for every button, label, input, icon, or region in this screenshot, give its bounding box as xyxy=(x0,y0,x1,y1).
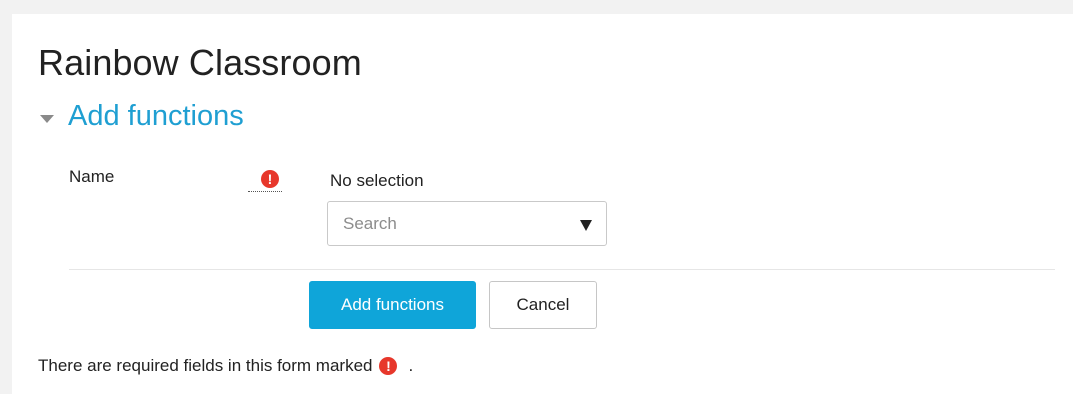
add-functions-button[interactable]: Add functions xyxy=(309,281,476,329)
section-toggle[interactable]: Add functions xyxy=(40,100,244,133)
required-fields-note: There are required fields in this form m… xyxy=(38,356,413,376)
search-placeholder[interactable]: Search xyxy=(343,214,397,234)
exclamation-circle-icon: ! xyxy=(379,357,398,375)
divider xyxy=(69,269,1055,270)
main-content-card: Rainbow Classroom Add functions Name ! N… xyxy=(12,14,1073,394)
caret-down-icon[interactable] xyxy=(40,114,54,123)
search-select[interactable]: Search xyxy=(327,201,607,246)
page-title: Rainbow Classroom xyxy=(38,42,362,83)
name-label: Name xyxy=(69,167,115,186)
required-fields-text: There are required fields in this form m… xyxy=(38,356,373,375)
required-fields-period: . xyxy=(408,356,414,375)
exclamation-circle-icon: ! xyxy=(261,170,279,188)
section-title[interactable]: Add functions xyxy=(68,100,244,133)
required-indicator: ! xyxy=(248,170,282,192)
cancel-button[interactable]: Cancel xyxy=(489,281,597,329)
triangle-down-icon[interactable] xyxy=(580,220,592,231)
required-underline xyxy=(248,191,282,192)
selection-status: No selection xyxy=(330,171,424,190)
